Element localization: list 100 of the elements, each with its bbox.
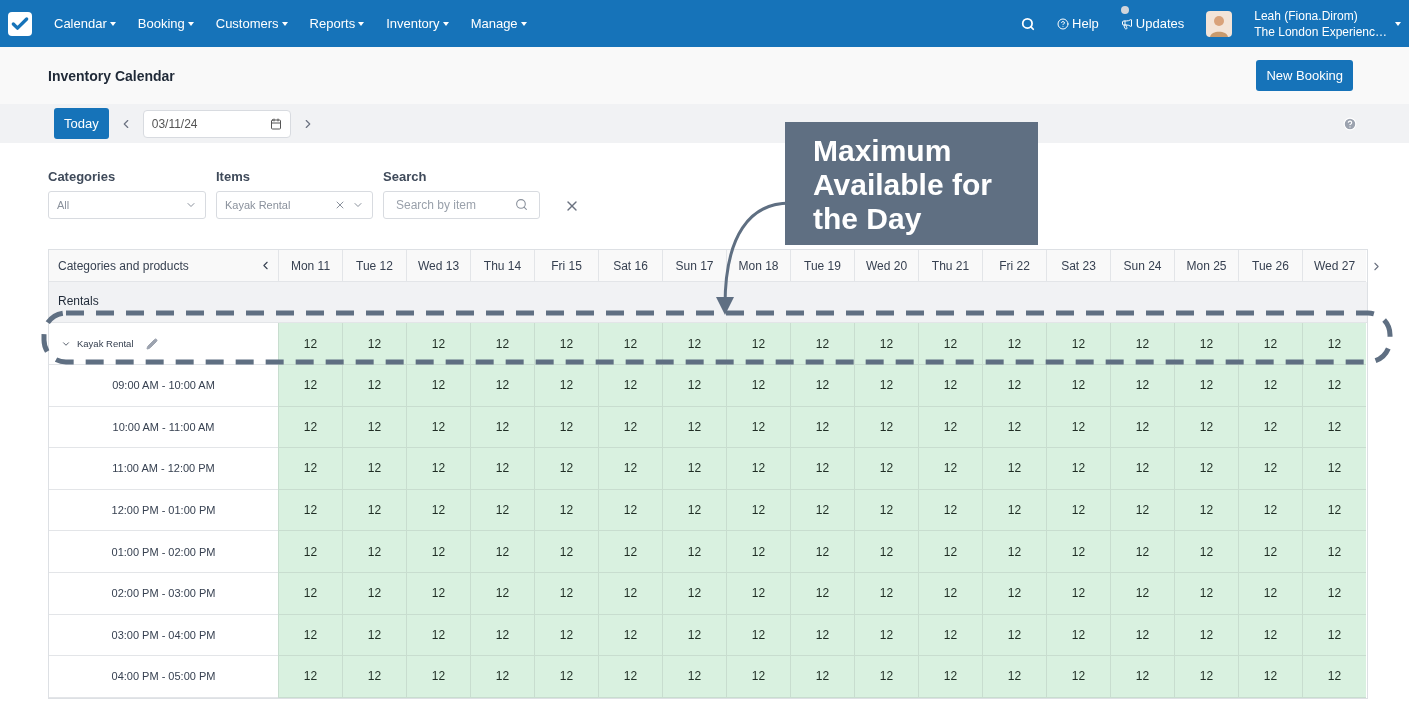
availability-cell: 12 bbox=[790, 365, 854, 407]
availability-cell: 12 bbox=[598, 323, 662, 365]
availability-cell: 12 bbox=[1110, 365, 1174, 407]
group-row: Rentals bbox=[49, 282, 1367, 323]
availability-cell: 12 bbox=[726, 365, 790, 407]
day-header: Wed 13 bbox=[406, 250, 470, 282]
availability-cell: 12 bbox=[918, 323, 982, 365]
availability-cell: 12 bbox=[598, 614, 662, 657]
availability-cell: 12 bbox=[1110, 656, 1174, 698]
help-icon bbox=[1057, 17, 1070, 30]
availability-cell: 12 bbox=[1302, 489, 1366, 532]
availability-cell: 12 bbox=[918, 656, 982, 698]
availability-cell: 12 bbox=[1046, 572, 1110, 615]
day-header: Tue 26 bbox=[1238, 250, 1302, 282]
availability-cell: 12 bbox=[1046, 656, 1110, 698]
availability-cell: 12 bbox=[598, 656, 662, 698]
availability-cell: 12 bbox=[662, 365, 726, 407]
availability-cell: 12 bbox=[1302, 531, 1366, 573]
availability-cell: 12 bbox=[1110, 448, 1174, 490]
day-header: Sat 16 bbox=[598, 250, 662, 282]
availability-cell: 12 bbox=[342, 531, 406, 573]
availability-cell: 12 bbox=[662, 656, 726, 698]
filter-label: Search bbox=[383, 169, 428, 184]
availability-cell: 12 bbox=[1046, 489, 1110, 532]
availability-cell: 12 bbox=[470, 323, 534, 365]
availability-cell: 12 bbox=[278, 323, 342, 365]
day-header: Sun 17 bbox=[662, 250, 726, 282]
availability-cell: 12 bbox=[1174, 406, 1238, 449]
availability-cell: 12 bbox=[1110, 323, 1174, 365]
availability-cell: 12 bbox=[278, 448, 342, 490]
availability-cell: 12 bbox=[726, 323, 790, 365]
help-icon[interactable] bbox=[1343, 116, 1357, 131]
search-icon[interactable] bbox=[1021, 16, 1036, 31]
nav-menu[interactable]: Calendar bbox=[54, 16, 116, 31]
search-field[interactable]: Search by item bbox=[383, 191, 540, 219]
availability-cell: 12 bbox=[1238, 323, 1302, 365]
availability-cell: 12 bbox=[598, 489, 662, 532]
availability-cell: 12 bbox=[1302, 572, 1366, 615]
nav-menu[interactable]: Reports bbox=[309, 16, 365, 31]
annotation-callout: Maximum Available for the Day bbox=[785, 122, 1038, 245]
availability-cell: 12 bbox=[1046, 614, 1110, 657]
new-booking-button[interactable]: New Booking bbox=[1256, 60, 1353, 91]
items-select[interactable]: Kayak Rental bbox=[216, 191, 373, 219]
availability-cell: 12 bbox=[470, 656, 534, 698]
availability-cell: 12 bbox=[854, 448, 918, 490]
nav-menu[interactable]: Manage bbox=[470, 16, 527, 31]
availability-cell: 12 bbox=[406, 656, 470, 698]
availability-cell: 12 bbox=[1110, 572, 1174, 615]
availability-cell: 12 bbox=[1238, 614, 1302, 657]
day-header: Thu 14 bbox=[470, 250, 534, 282]
nav-menu[interactable]: Inventory bbox=[386, 16, 449, 31]
help-link[interactable]: Help bbox=[1057, 16, 1099, 31]
availability-cell: 12 bbox=[662, 489, 726, 532]
availability-cell: 12 bbox=[598, 406, 662, 449]
availability-cell: 12 bbox=[1174, 323, 1238, 365]
edit-icon[interactable] bbox=[145, 337, 158, 350]
availability-cell: 12 bbox=[1046, 365, 1110, 407]
today-button[interactable]: Today bbox=[54, 108, 109, 139]
day-header: Fri 22 bbox=[982, 250, 1046, 282]
clear-icon[interactable] bbox=[334, 199, 346, 211]
availability-cell: 12 bbox=[342, 489, 406, 532]
availability-cell: 12 bbox=[1174, 656, 1238, 698]
availability-cell: 12 bbox=[406, 448, 470, 490]
availability-cell: 12 bbox=[1238, 656, 1302, 698]
availability-cell: 12 bbox=[790, 614, 854, 657]
availability-cell: 12 bbox=[1238, 572, 1302, 615]
categories-select[interactable]: All bbox=[48, 191, 206, 219]
availability-cell: 12 bbox=[854, 489, 918, 532]
availability-cell: 12 bbox=[1046, 323, 1110, 365]
caret-icon[interactable] bbox=[1395, 21, 1401, 26]
availability-cell: 12 bbox=[406, 614, 470, 657]
availability-cell: 12 bbox=[790, 448, 854, 490]
availability-cell: 12 bbox=[534, 531, 598, 573]
availability-cell: 12 bbox=[790, 656, 854, 698]
updates-link[interactable]: Updates bbox=[1120, 16, 1185, 31]
availability-cell: 12 bbox=[1174, 614, 1238, 657]
availability-cell: 12 bbox=[1238, 489, 1302, 532]
availability-cell: 12 bbox=[278, 365, 342, 407]
availability-cell: 12 bbox=[598, 531, 662, 573]
availability-cell: 12 bbox=[982, 448, 1046, 490]
availability-cell: 12 bbox=[982, 656, 1046, 698]
availability-cell: 12 bbox=[534, 406, 598, 449]
availability-cell: 12 bbox=[1238, 448, 1302, 490]
day-header: Tue 19 bbox=[790, 250, 854, 282]
availability-cell: 12 bbox=[662, 531, 726, 573]
nav-menu[interactable]: Booking bbox=[137, 16, 194, 31]
nav-menu[interactable]: Customers bbox=[215, 16, 288, 31]
date-field[interactable]: 03/11/24 bbox=[142, 109, 291, 138]
availability-cell: 12 bbox=[918, 614, 982, 657]
availability-cell: 12 bbox=[662, 406, 726, 449]
availability-cell: 12 bbox=[470, 531, 534, 573]
availability-cell: 12 bbox=[342, 323, 406, 365]
day-header: Mon 18 bbox=[726, 250, 790, 282]
availability-cell: 12 bbox=[534, 323, 598, 365]
availability-cell: 12 bbox=[918, 531, 982, 573]
availability-cell: 12 bbox=[790, 572, 854, 615]
availability-cell: 12 bbox=[726, 572, 790, 615]
availability-cell: 12 bbox=[726, 656, 790, 698]
availability-cell: 12 bbox=[1302, 365, 1366, 407]
availability-cell: 12 bbox=[982, 323, 1046, 365]
